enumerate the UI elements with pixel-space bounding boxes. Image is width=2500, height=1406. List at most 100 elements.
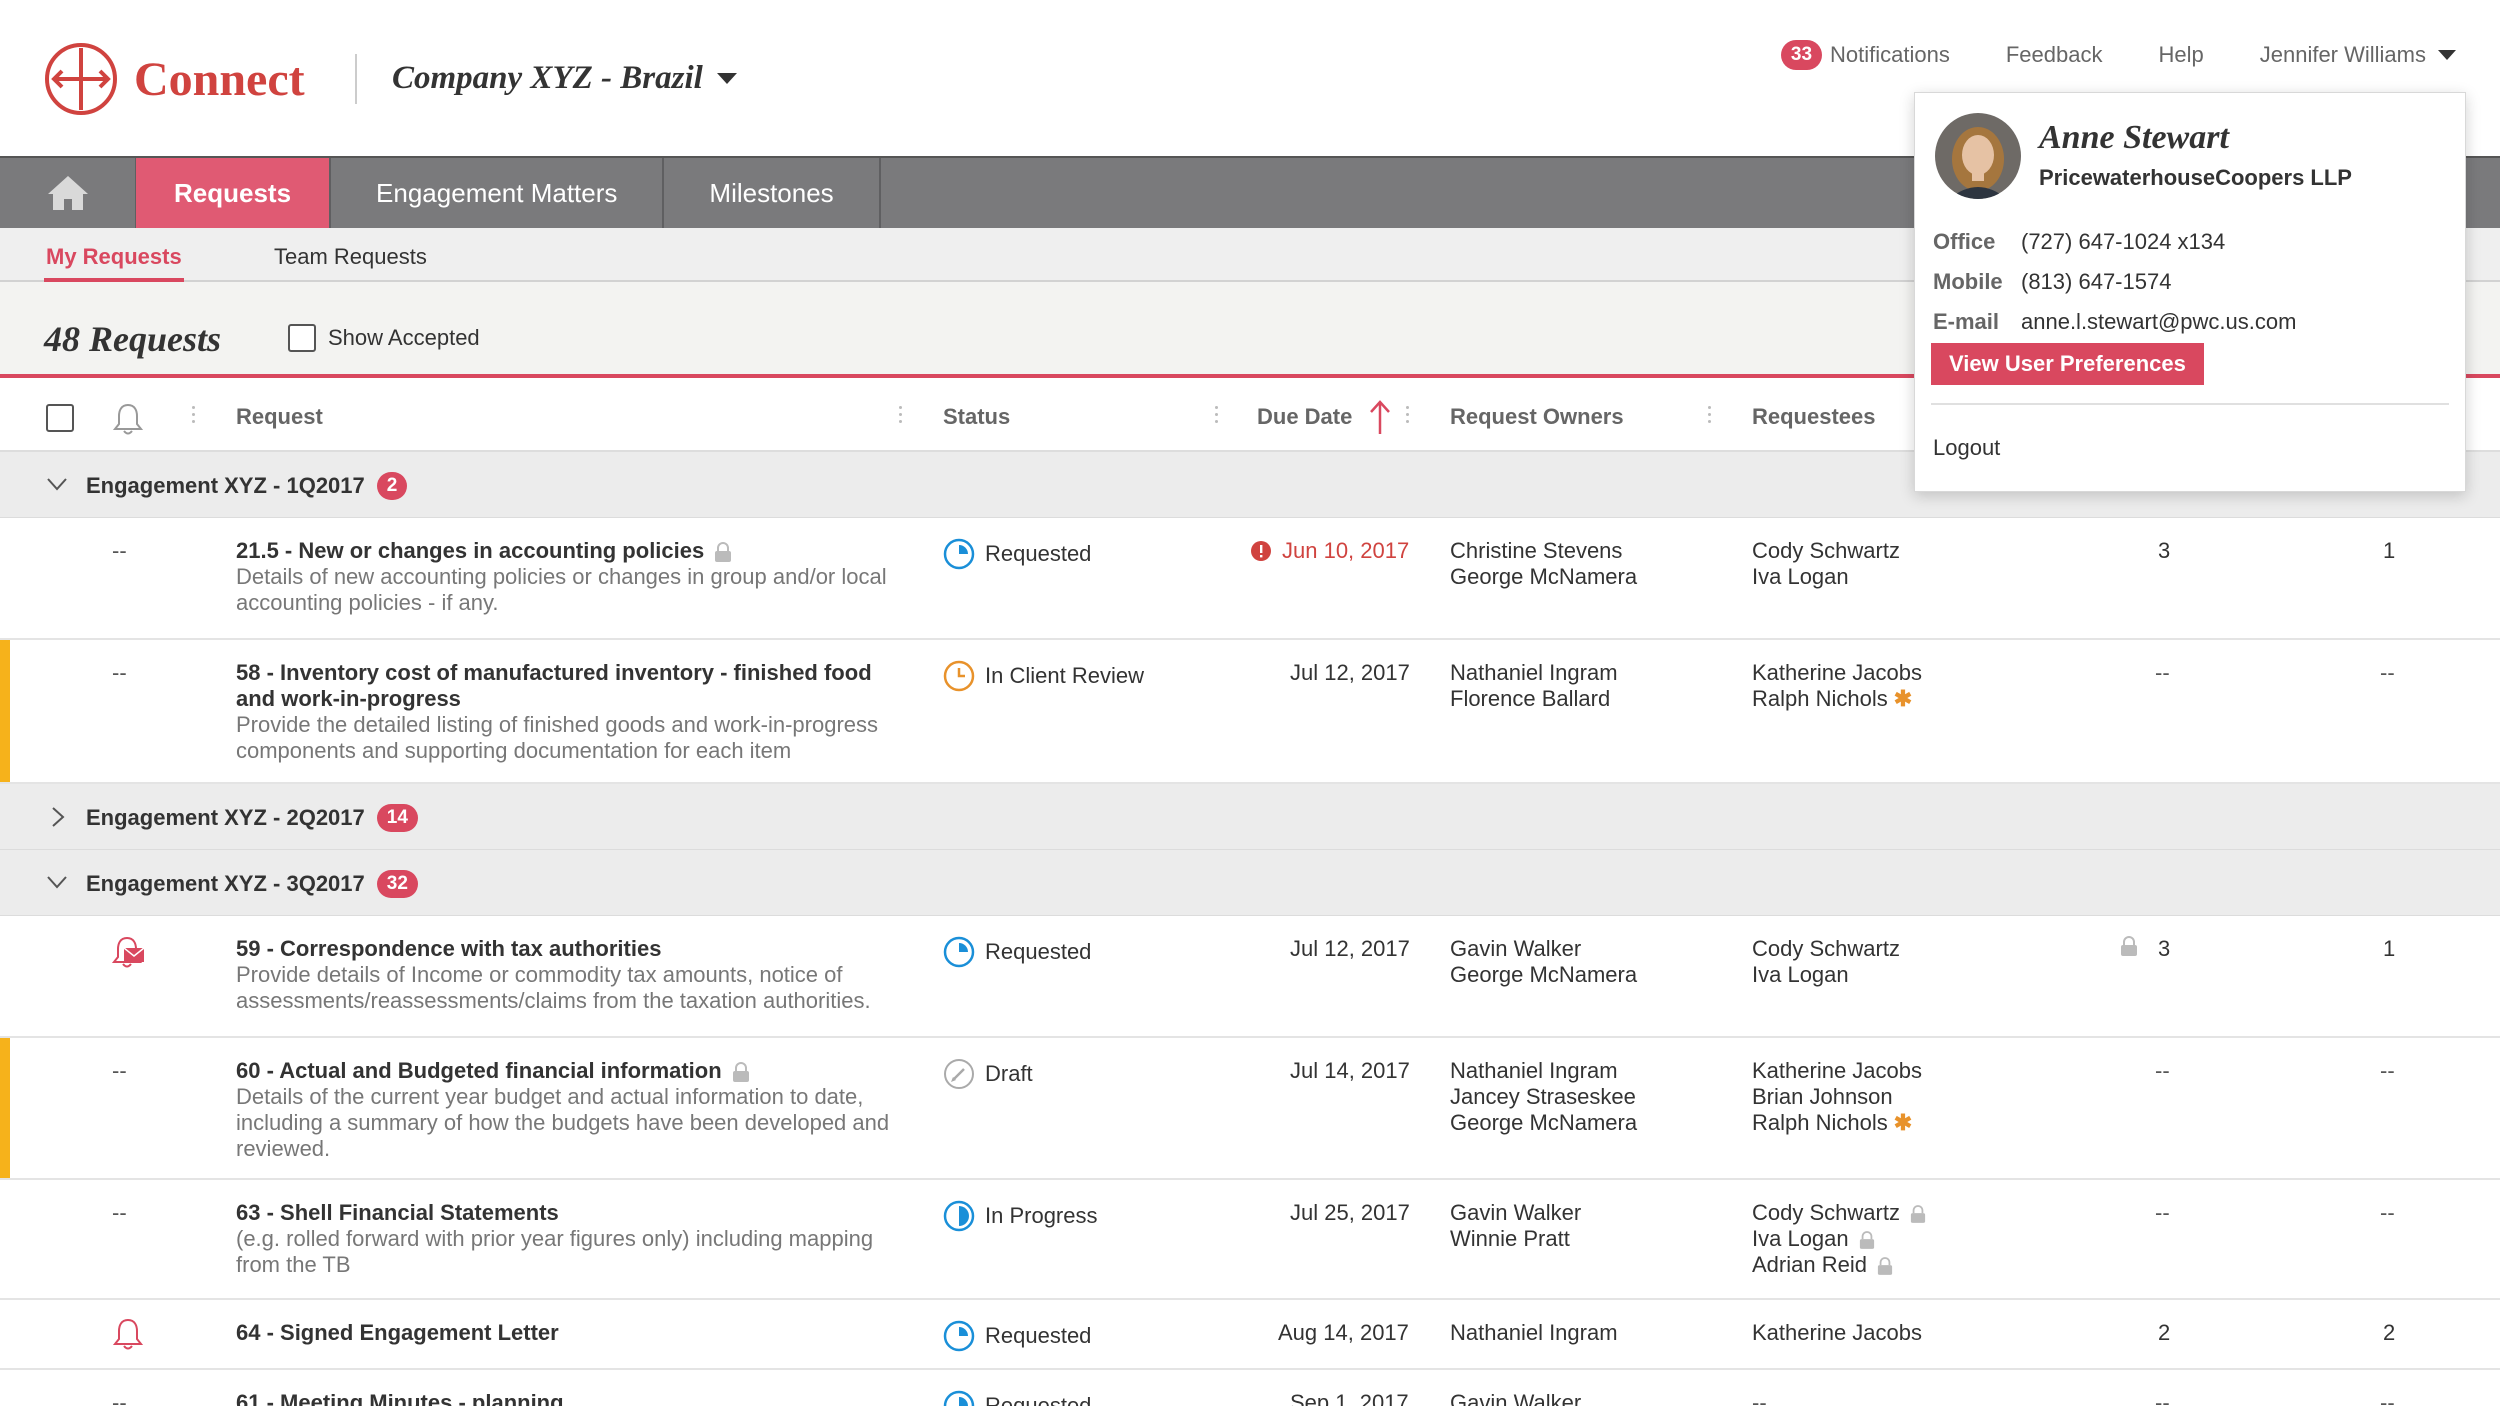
request-title-text: 60 - Actual and Budgeted financial infor…: [236, 1058, 722, 1083]
request-title[interactable]: 63 - Shell Financial Statements: [236, 1200, 873, 1226]
request-title[interactable]: 60 - Actual and Budgeted financial infor…: [236, 1058, 889, 1084]
notifications-link[interactable]: 33 Notifications: [1780, 40, 1950, 70]
tab-milestones[interactable]: Milestones: [664, 158, 881, 228]
status-cell: Requested: [943, 538, 1091, 570]
request-cell: 58 - Inventory cost of manufactured inve…: [236, 660, 878, 764]
chevron-right-icon[interactable]: [50, 806, 66, 828]
select-all-checkbox[interactable]: [46, 404, 74, 432]
owners-cell: Christine Stevens George McNamera: [1450, 538, 1637, 590]
mobile-phone[interactable]: (813) 647-1574: [2021, 269, 2171, 294]
count-cell: --: [2380, 660, 2395, 685]
column-due-date[interactable]: Due Date: [1257, 404, 1352, 430]
owner-name: Christine Stevens: [1450, 538, 1623, 563]
status-requested-icon: [943, 1320, 975, 1352]
bell-icon[interactable]: [112, 402, 144, 436]
request-title[interactable]: 59 - Correspondence with tax authorities: [236, 936, 871, 962]
table-row[interactable]: 64 - Signed Engagement Letter Requested …: [0, 1300, 2500, 1370]
request-title[interactable]: 64 - Signed Engagement Letter: [236, 1320, 559, 1346]
requestee-name: Katherine Jacobs: [1752, 1058, 1922, 1083]
group-title: Engagement XYZ - 3Q2017: [86, 871, 365, 896]
help-link[interactable]: Help: [2158, 42, 2203, 68]
office-phone[interactable]: (727) 647-1024 x134: [2021, 229, 2225, 254]
show-accepted-checkbox[interactable]: [288, 324, 316, 352]
table-row[interactable]: -- 63 - Shell Financial Statements (e.g.…: [0, 1180, 2500, 1300]
chevron-down-icon[interactable]: [46, 874, 68, 890]
count-cell: --: [2380, 1058, 2395, 1083]
tab-requests[interactable]: Requests: [136, 158, 332, 228]
count-cell: --: [2380, 1390, 2395, 1406]
requestee-name: Katherine Jacobs: [1752, 1320, 1922, 1345]
contact-name: Anne Stewart: [2039, 119, 2229, 156]
top-nav: 33 Notifications Feedback Help Jennifer …: [1780, 40, 2456, 70]
chevron-down-icon[interactable]: [46, 476, 68, 492]
status-cell: Requested: [943, 936, 1091, 968]
tab-engagement-matters[interactable]: Engagement Matters: [331, 158, 665, 228]
group-count-badge: 2: [376, 472, 408, 500]
table-row[interactable]: -- 58 - Inventory cost of manufactured i…: [0, 640, 2500, 784]
logout-link[interactable]: Logout: [1933, 435, 2000, 461]
table-row[interactable]: -- 61 - Meeting Minutes - planning Reque…: [0, 1370, 2500, 1406]
requestees-cell: Cody Schwartz Iva Logan Adrian Reid: [1752, 1200, 1926, 1278]
table-row[interactable]: 59 - Correspondence with tax authorities…: [0, 916, 2500, 1038]
owner-name: Nathaniel Ingram: [1450, 660, 1618, 685]
lock-icon: [715, 542, 732, 563]
bell-notification-icon[interactable]: [110, 934, 148, 972]
contact-email-row: E-mail anne.l.stewart@pwc.us.com: [1933, 309, 2296, 335]
column-menu-icon[interactable]: [192, 406, 196, 427]
header-divider: [355, 54, 357, 104]
overdue-alert-icon: [1251, 541, 1271, 561]
column-request[interactable]: Request: [236, 404, 323, 430]
home-icon: [47, 176, 88, 210]
due-date-cell: Jun 10, 2017: [1250, 538, 1409, 564]
company-selector[interactable]: Company XYZ - Brazil: [392, 60, 737, 97]
request-title[interactable]: 61 - Meeting Minutes - planning: [236, 1390, 564, 1406]
due-date: Jun 10, 2017: [1282, 538, 1410, 563]
status-text: Requested: [985, 1393, 1092, 1406]
column-menu-icon[interactable]: [1708, 406, 1712, 427]
app-name: Connect: [134, 52, 305, 106]
show-accepted-label: Show Accepted: [328, 325, 480, 350]
row-lead: --: [112, 1058, 127, 1083]
group-header[interactable]: Engagement XYZ - 2Q2017 14: [0, 784, 2500, 850]
owner-name: Winnie Pratt: [1450, 1226, 1570, 1251]
count-cell: 2: [2158, 1320, 2171, 1345]
table-row[interactable]: -- 21.5 - New or changes in accounting p…: [0, 518, 2500, 640]
show-accepted-toggle[interactable]: Show Accepted: [288, 324, 480, 352]
column-request-owners[interactable]: Request Owners: [1450, 404, 1624, 430]
bell-icon[interactable]: [112, 1316, 144, 1352]
due-date: Aug 14, 2017: [1278, 1320, 1409, 1345]
requestee-name: Adrian Reid: [1752, 1252, 1867, 1277]
requestee-name: Iva Logan: [1752, 564, 1849, 589]
request-cell: 21.5 - New or changes in accounting poli…: [236, 538, 887, 616]
status-text: In Client Review: [985, 663, 1144, 688]
feedback-link[interactable]: Feedback: [2006, 42, 2103, 68]
column-menu-icon[interactable]: [1215, 406, 1219, 427]
view-user-preferences-button[interactable]: View User Preferences: [1931, 343, 2204, 385]
request-title-line[interactable]: 58 - Inventory cost of manufactured inve…: [236, 660, 878, 686]
request-title[interactable]: 21.5 - New or changes in accounting poli…: [236, 538, 887, 564]
home-button[interactable]: [0, 158, 136, 228]
request-description-line: Provide the detailed listing of finished…: [236, 712, 879, 737]
connect-logo[interactable]: Connect: [44, 42, 305, 116]
user-menu[interactable]: Jennifer Williams: [2260, 42, 2456, 68]
table-row[interactable]: -- 60 - Actual and Budgeted financial in…: [0, 1038, 2500, 1180]
status-in-progress-icon: [943, 1200, 975, 1232]
column-menu-icon[interactable]: [1406, 406, 1410, 427]
status-text: Requested: [985, 541, 1092, 566]
group-header[interactable]: Engagement XYZ - 3Q2017 32: [0, 850, 2500, 916]
tab-my-requests[interactable]: My Requests: [46, 244, 182, 270]
email-address[interactable]: anne.l.stewart@pwc.us.com: [2021, 309, 2296, 334]
column-menu-icon[interactable]: [899, 406, 903, 427]
notifications-label: Notifications: [1830, 42, 1950, 67]
email-label: E-mail: [1933, 309, 2000, 334]
tab-team-requests[interactable]: Team Requests: [274, 244, 427, 270]
count-cell: 3: [2158, 538, 2171, 563]
column-status[interactable]: Status: [943, 404, 1010, 430]
request-description-line: Provide details of Income or commodity t…: [236, 962, 843, 987]
request-title-line[interactable]: and work-in-progress: [236, 686, 878, 712]
status-requested-icon: [943, 538, 975, 570]
group-title: Engagement XYZ - 1Q2017: [86, 473, 365, 498]
column-requestees[interactable]: Requestees: [1752, 404, 1876, 430]
sort-ascending-icon[interactable]: [1368, 398, 1392, 436]
request-count: 48 Requests: [44, 319, 222, 359]
